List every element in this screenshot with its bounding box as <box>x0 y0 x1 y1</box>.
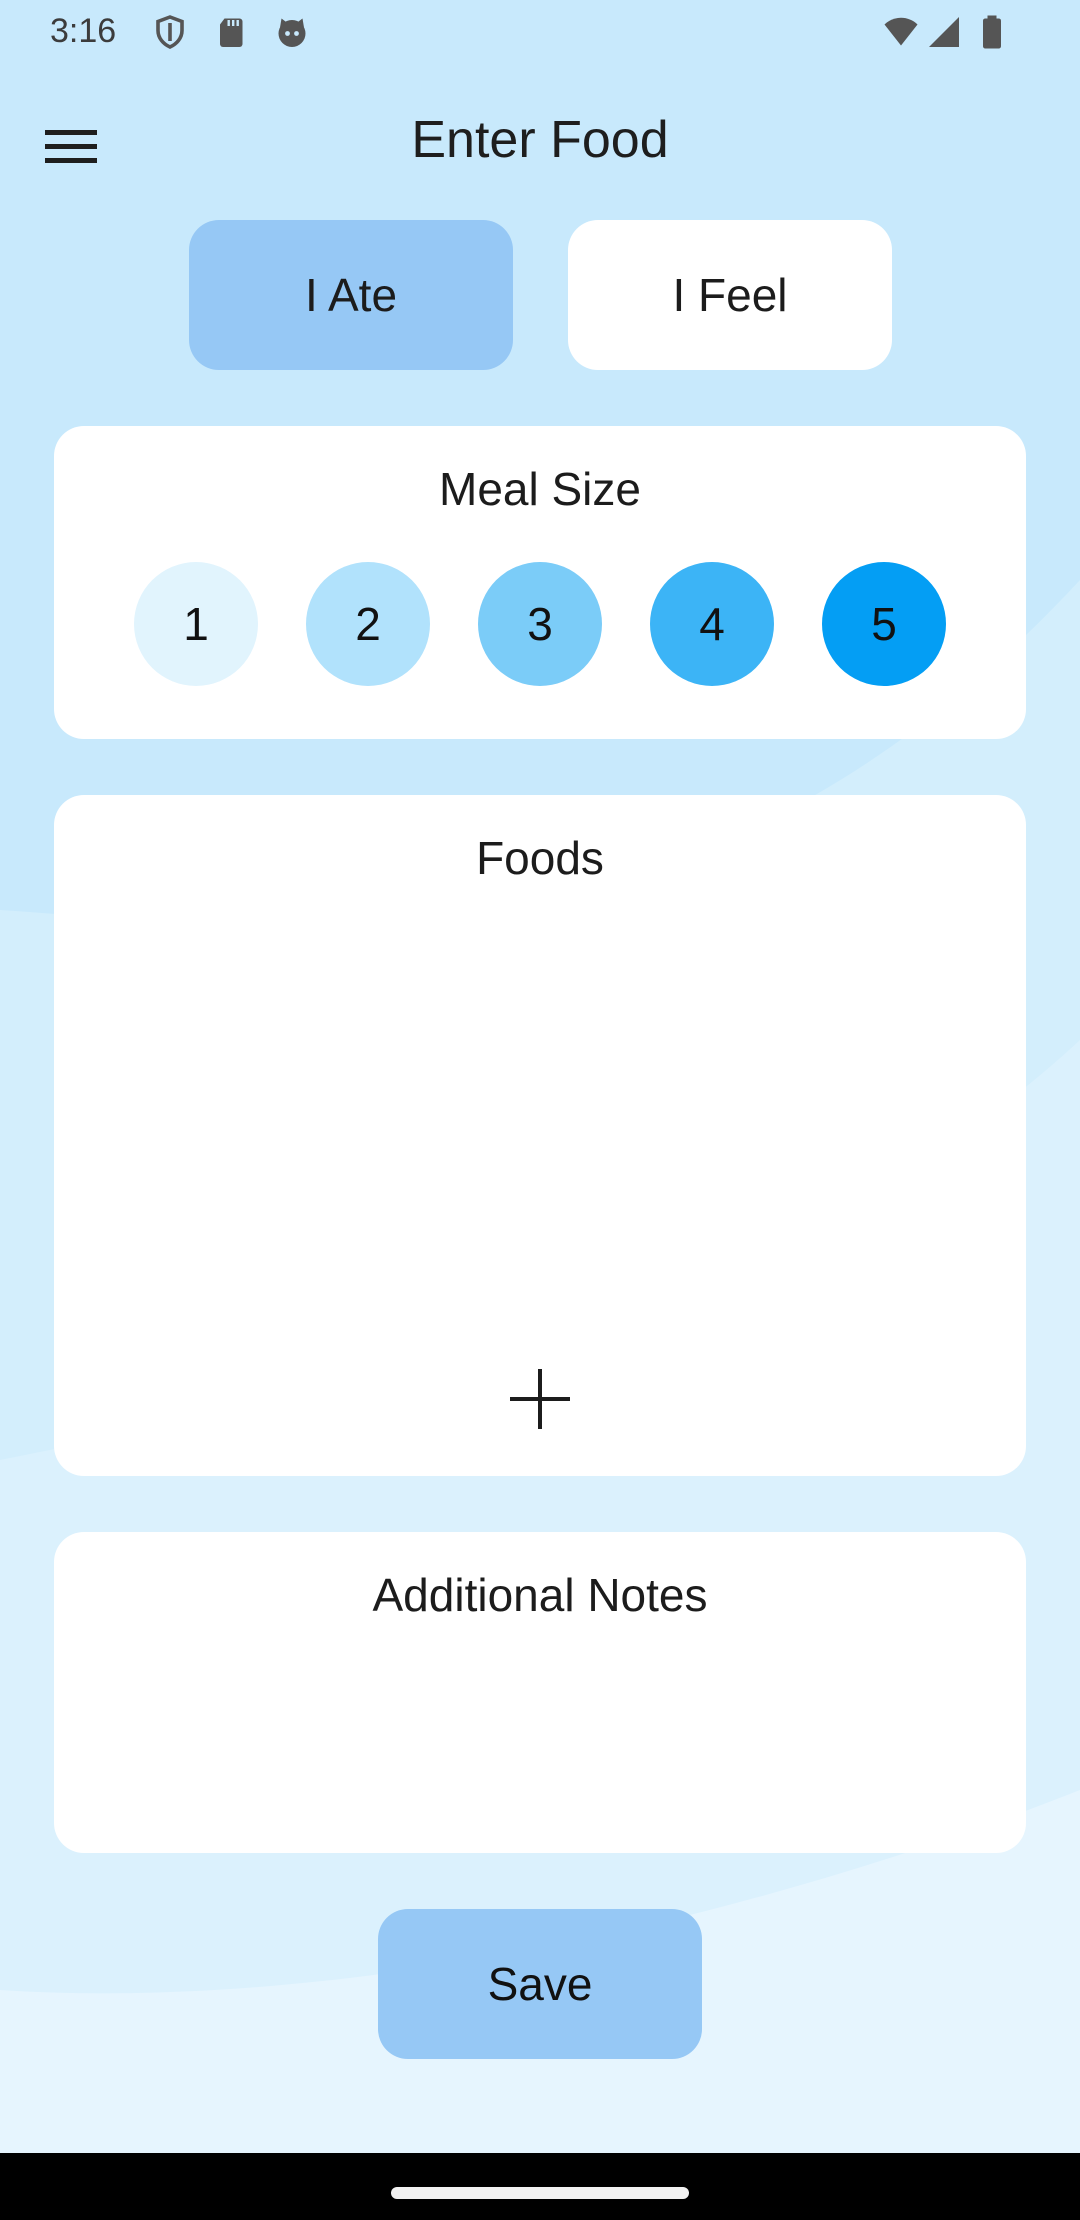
i-feel-tab[interactable]: I Feel <box>568 220 892 370</box>
page-title: Enter Food <box>411 111 669 169</box>
sd-card-icon <box>220 18 243 47</box>
i-ate-tab[interactable]: I Ate <box>189 220 513 370</box>
save-button[interactable]: Save <box>378 1909 702 2059</box>
additional-notes-title: Additional Notes <box>372 1569 708 1621</box>
additional-notes-card: Additional Notes <box>54 1532 1026 1853</box>
foods-title: Foods <box>476 832 604 884</box>
status-bar: 3:16 <box>0 0 1080 64</box>
shield-icon <box>156 15 184 49</box>
cat-face-icon <box>278 18 306 47</box>
navigation-bar <box>0 2153 1080 2220</box>
home-indicator[interactable] <box>391 2187 689 2199</box>
foods-card: Foods <box>54 795 1026 1476</box>
status-time: 3:16 <box>50 12 117 50</box>
cellular-signal-icon <box>929 17 959 47</box>
add-food-button[interactable] <box>506 1365 574 1433</box>
meal-size-option-1[interactable]: 1 <box>134 562 258 686</box>
wifi-icon <box>884 17 918 46</box>
meal-size-option-4[interactable]: 4 <box>650 562 774 686</box>
plus-icon <box>510 1369 570 1429</box>
meal-size-card: Meal Size 1 2 3 4 5 <box>54 426 1026 739</box>
meal-size-option-5[interactable]: 5 <box>822 562 946 686</box>
meal-size-title: Meal Size <box>439 463 641 515</box>
battery-icon <box>983 15 1001 49</box>
additional-notes-input[interactable] <box>94 1642 990 1826</box>
meal-size-option-3[interactable]: 3 <box>478 562 602 686</box>
meal-size-option-2[interactable]: 2 <box>306 562 430 686</box>
